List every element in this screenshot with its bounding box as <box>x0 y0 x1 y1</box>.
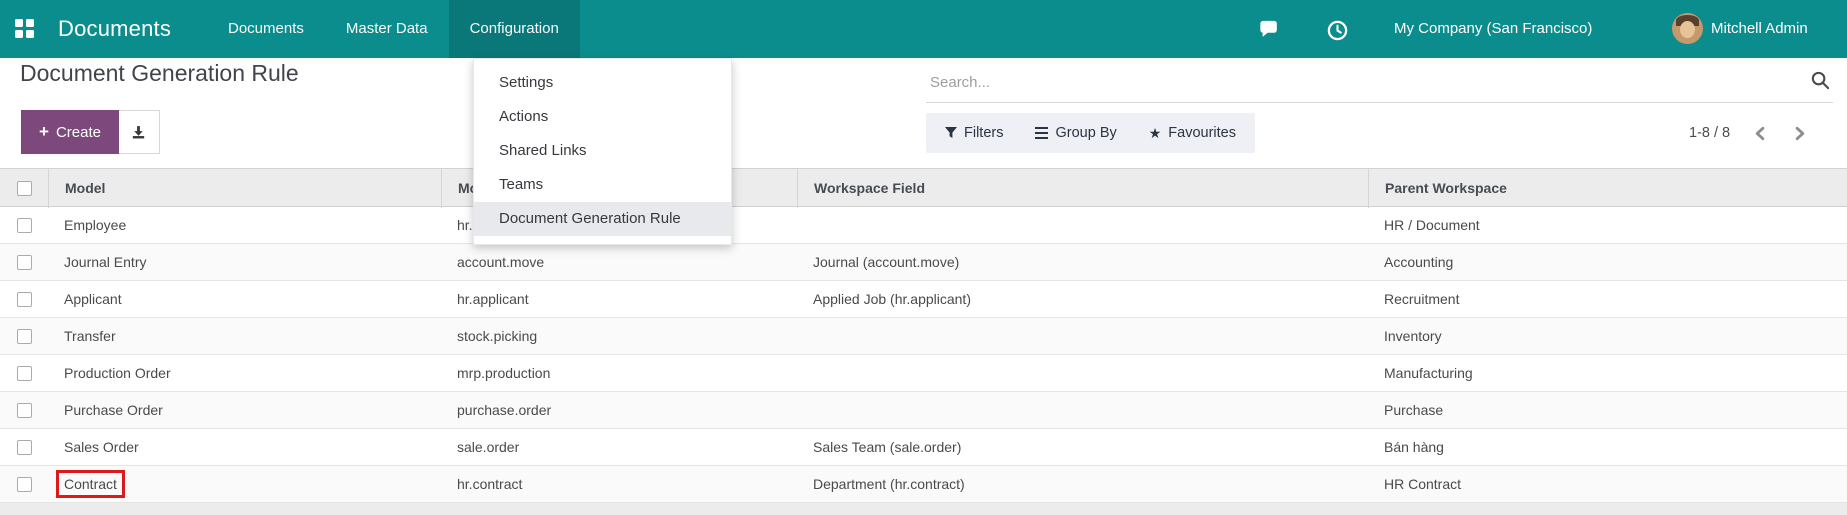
table-row[interactable]: Employee hr.employee HR / Document <box>0 207 1847 244</box>
search-filter-toolbar: Filters Group By ★ Favourites <box>926 113 1255 153</box>
configuration-dropdown-menu: Settings Actions Shared Links Teams Docu… <box>473 58 732 245</box>
filters-label: Filters <box>964 125 1003 141</box>
cell-workspace-field: Department (hr.contract) <box>797 476 1368 492</box>
cell-parent-workspace: Bán hàng <box>1368 439 1847 455</box>
group-by-button[interactable]: Group By <box>1035 125 1116 141</box>
group-by-label: Group By <box>1055 125 1116 141</box>
pager: 1-8 / 8 <box>1689 113 1808 153</box>
user-menu[interactable]: Mitchell Admin <box>1711 0 1808 58</box>
export-button[interactable] <box>119 110 160 154</box>
favourites-button[interactable]: ★ Favourites <box>1149 125 1236 141</box>
messages-icon[interactable] <box>1258 19 1281 41</box>
select-all-checkbox[interactable] <box>17 181 32 196</box>
filters-button[interactable]: Filters <box>945 125 1003 141</box>
row-checkbox[interactable] <box>17 255 32 270</box>
table-row-contract[interactable]: Contract hr.contract Department (hr.cont… <box>0 466 1847 503</box>
apps-menu-icon[interactable] <box>15 19 34 38</box>
table-header-row: Model Model Name Workspace Field Parent … <box>0 168 1847 207</box>
cell-model: Journal Entry <box>48 254 441 270</box>
search-bar <box>926 60 1833 103</box>
cell-model-name: sale.order <box>441 439 797 455</box>
cell-workspace-field: Applied Job (hr.applicant) <box>797 291 1368 307</box>
cell-workspace-field: Sales Team (sale.order) <box>797 439 1368 455</box>
action-buttons: + Create <box>21 110 160 154</box>
cell-parent-workspace: Accounting <box>1368 254 1847 270</box>
list-view-table: Model Model Name Workspace Field Parent … <box>0 168 1847 515</box>
table-row[interactable]: Applicant hr.applicant Applied Job (hr.a… <box>0 281 1847 318</box>
page-title: Document Generation Rule <box>20 60 299 87</box>
dropdown-item-settings[interactable]: Settings <box>474 66 731 100</box>
cell-model: Production Order <box>48 365 441 381</box>
cell-parent-workspace: Recruitment <box>1368 291 1847 307</box>
funnel-icon <box>945 127 957 139</box>
download-icon <box>130 124 147 141</box>
pager-next-button[interactable] <box>1791 125 1808 142</box>
dropdown-item-actions[interactable]: Actions <box>474 100 731 134</box>
company-switcher[interactable]: My Company (San Francisco) <box>1394 0 1592 58</box>
column-header-parent-workspace[interactable]: Parent Workspace <box>1368 169 1847 208</box>
chevron-left-icon <box>1752 125 1769 142</box>
create-button[interactable]: + Create <box>21 110 119 154</box>
dropdown-item-teams[interactable]: Teams <box>474 168 731 202</box>
star-icon: ★ <box>1149 126 1162 140</box>
favourites-label: Favourites <box>1168 125 1236 141</box>
menu-item-configuration[interactable]: Configuration <box>449 0 580 58</box>
row-checkbox[interactable] <box>17 292 32 307</box>
plus-icon: + <box>39 122 49 142</box>
row-checkbox[interactable] <box>17 477 32 492</box>
table-row[interactable]: Production Order mrp.production Manufact… <box>0 355 1847 392</box>
menu-item-master-data[interactable]: Master Data <box>325 0 449 58</box>
table-row[interactable]: Purchase Order purchase.order Purchase <box>0 392 1847 429</box>
cell-model-name: hr.contract <box>441 476 797 492</box>
row-checkbox[interactable] <box>17 440 32 455</box>
table-row[interactable]: Journal Entry account.move Journal (acco… <box>0 244 1847 281</box>
chevron-right-icon <box>1791 125 1808 142</box>
table-footer-band <box>0 503 1847 515</box>
cell-model-name: account.move <box>441 254 797 270</box>
cell-model: Sales Order <box>48 439 441 455</box>
column-header-workspace-field[interactable]: Workspace Field <box>797 169 1368 208</box>
app-brand-title[interactable]: Documents <box>58 0 171 58</box>
table-row[interactable]: Sales Order sale.order Sales Team (sale.… <box>0 429 1847 466</box>
cell-parent-workspace: Manufacturing <box>1368 365 1847 381</box>
main-menu: Documents Master Data Configuration <box>207 0 580 58</box>
cell-parent-workspace: Inventory <box>1368 328 1847 344</box>
cell-model: Applicant <box>48 291 441 307</box>
row-checkbox[interactable] <box>17 403 32 418</box>
table-row[interactable]: Transfer stock.picking Inventory <box>0 318 1847 355</box>
select-all-cell <box>0 169 48 208</box>
search-input[interactable] <box>930 68 1790 96</box>
row-checkbox[interactable] <box>17 329 32 344</box>
pager-previous-button[interactable] <box>1752 125 1769 142</box>
group-by-icon <box>1035 127 1048 139</box>
create-button-label: Create <box>56 124 101 141</box>
menu-item-documents[interactable]: Documents <box>207 0 325 58</box>
cell-model: Contract <box>64 476 117 492</box>
cell-model-name: purchase.order <box>441 402 797 418</box>
annotation-highlight-box: Contract <box>56 470 125 498</box>
top-navbar: Documents Documents Master Data Configur… <box>0 0 1847 58</box>
cell-model: Employee <box>48 217 441 233</box>
cell-model: Purchase Order <box>48 402 441 418</box>
cell-parent-workspace: HR / Document <box>1368 217 1847 233</box>
cell-workspace-field: Journal (account.move) <box>797 254 1368 270</box>
cell-parent-workspace: HR Contract <box>1368 476 1847 492</box>
documents-app-window: Documents Documents Master Data Configur… <box>0 0 1847 515</box>
cell-model-name: hr.applicant <box>441 291 797 307</box>
search-icon[interactable] <box>1810 70 1831 91</box>
cell-model-name: stock.picking <box>441 328 797 344</box>
cell-model-name: mrp.production <box>441 365 797 381</box>
activities-clock-icon[interactable] <box>1326 19 1349 42</box>
user-avatar[interactable] <box>1672 13 1703 44</box>
row-checkbox[interactable] <box>17 366 32 381</box>
cell-model: Transfer <box>48 328 441 344</box>
column-header-model[interactable]: Model <box>48 169 441 208</box>
row-checkbox[interactable] <box>17 218 32 233</box>
cell-parent-workspace: Purchase <box>1368 402 1847 418</box>
dropdown-item-document-generation-rule[interactable]: Document Generation Rule <box>474 202 731 236</box>
pager-range[interactable]: 1-8 / 8 <box>1689 125 1730 141</box>
dropdown-item-shared-links[interactable]: Shared Links <box>474 134 731 168</box>
